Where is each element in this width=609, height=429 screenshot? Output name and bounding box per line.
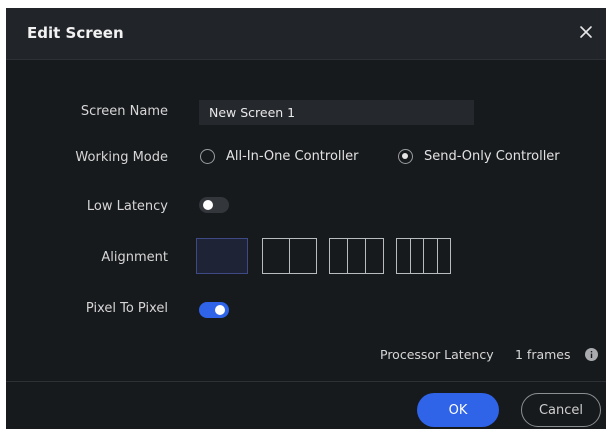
processor-latency-label: Processor Latency	[380, 347, 494, 362]
cancel-button[interactable]: Cancel	[521, 393, 601, 427]
radio-all-in-one-controller[interactable]: All-In-One Controller	[200, 149, 358, 164]
ok-button[interactable]: OK	[417, 393, 499, 427]
close-button[interactable]	[576, 22, 596, 42]
alignment-segment	[424, 239, 438, 273]
radio-label: All-In-One Controller	[226, 149, 359, 164]
alignment-option-1[interactable]	[196, 238, 248, 274]
alignment-segment	[366, 239, 383, 273]
alignment-option-2[interactable]	[262, 238, 317, 274]
radio-circle-selected	[398, 149, 413, 164]
low-latency-toggle[interactable]	[199, 197, 229, 213]
alignment-segment	[397, 239, 411, 273]
alignment-segment	[330, 239, 348, 273]
radio-send-only-controller[interactable]: Send-Only Controller	[398, 149, 560, 164]
alignment-segment	[290, 239, 316, 273]
radio-label: Send-Only Controller	[424, 149, 560, 164]
footer-divider	[6, 381, 606, 382]
screen-name-label: Screen Name	[80, 104, 168, 119]
toggle-knob	[203, 200, 213, 210]
low-latency-label: Low Latency	[86, 199, 168, 214]
edit-screen-dialog: Edit Screen Screen Name Working Mode All…	[6, 8, 606, 429]
alignment-segment	[348, 239, 366, 273]
pixel-to-pixel-toggle[interactable]	[199, 302, 229, 318]
alignment-label: Alignment	[101, 250, 168, 265]
pixel-to-pixel-label: Pixel To Pixel	[85, 301, 168, 316]
alignment-segment	[438, 239, 451, 273]
info-icon[interactable]	[585, 348, 598, 361]
radio-circle	[200, 149, 215, 164]
dialog-title: Edit Screen	[27, 24, 124, 42]
screen-name-input[interactable]	[199, 100, 474, 125]
alignment-segment	[263, 239, 290, 273]
alignment-segment	[411, 239, 424, 273]
alignment-option-4[interactable]	[396, 238, 451, 274]
processor-latency-value: 1 frames	[515, 347, 571, 362]
alignment-option-3[interactable]	[329, 238, 384, 274]
working-mode-label: Working Mode	[75, 150, 168, 165]
dialog-header: Edit Screen	[6, 8, 606, 60]
toggle-knob	[215, 305, 225, 315]
close-icon	[580, 26, 592, 38]
